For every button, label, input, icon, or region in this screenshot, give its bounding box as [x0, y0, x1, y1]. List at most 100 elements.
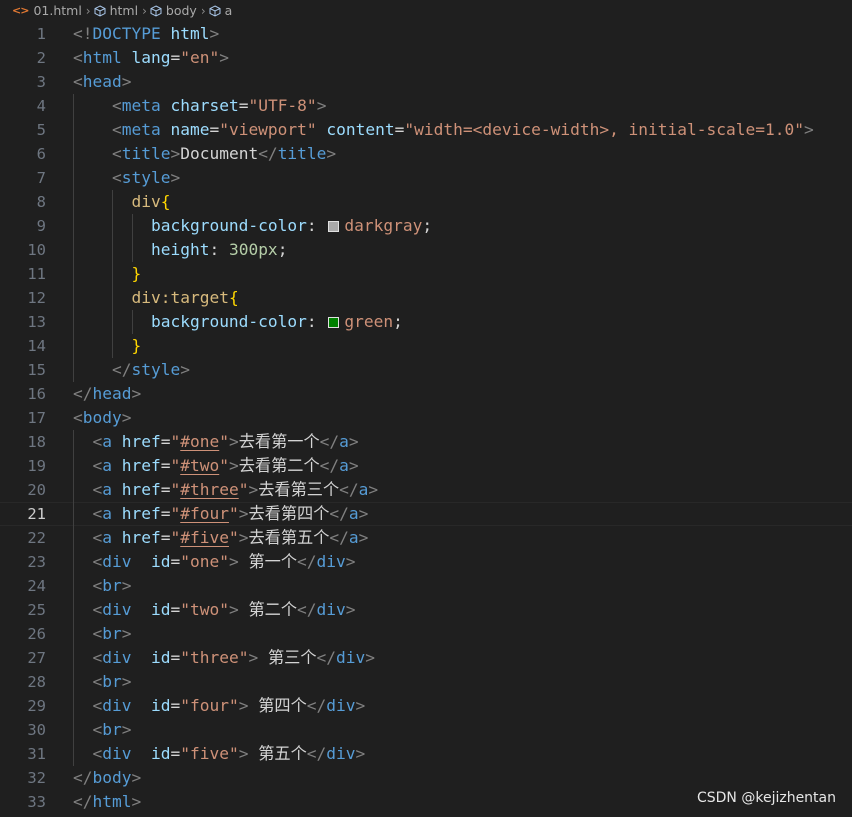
code-text: <a href="#three">去看第三个</a> [92, 480, 379, 499]
code-line[interactable]: 3 <head> [0, 70, 852, 94]
code-line[interactable]: 21 <a href="#four">去看第四个</a> [0, 502, 852, 526]
code-line[interactable]: 2 <html lang="en"> [0, 46, 852, 70]
code-text: <body> [73, 408, 132, 427]
code-line[interactable]: 17 <body> [0, 406, 852, 430]
code-line[interactable]: 18 <a href="#one">去看第一个</a> [0, 430, 852, 454]
breadcrumb-label: a [224, 3, 233, 18]
line-number: 27 [27, 649, 46, 667]
code-line[interactable]: 19 <a href="#two">去看第二个</a> [0, 454, 852, 478]
code-line[interactable]: 9 background-color: darkgray; [0, 214, 852, 238]
code-line[interactable]: 11 } [0, 262, 852, 286]
code-line[interactable]: 29 <div id="four"> 第四个</div> [0, 694, 852, 718]
line-number: 2 [36, 49, 46, 67]
code-text: background-color: darkgray; [150, 216, 433, 235]
line-number: 8 [36, 193, 46, 211]
code-text: <meta name="viewport" content="width=<de… [111, 120, 814, 139]
line-number: 20 [27, 481, 46, 499]
code-line[interactable]: 14 } [0, 334, 852, 358]
code-text: div{ [131, 192, 171, 211]
code-text: <style> [111, 168, 181, 187]
line-number: 3 [36, 73, 46, 91]
line-number: 22 [27, 529, 46, 547]
line-number: 21 [27, 505, 46, 523]
line-number: 7 [36, 169, 46, 187]
code-line[interactable]: 13 background-color: green; [0, 310, 852, 334]
breadcrumb-item-file[interactable]: <> 01.html [12, 3, 82, 18]
code-text: <a href="#two">去看第二个</a> [92, 456, 359, 475]
code-line[interactable]: 20 <a href="#three">去看第三个</a> [0, 478, 852, 502]
code-line[interactable]: 27 <div id="three"> 第三个</div> [0, 646, 852, 670]
line-number: 23 [27, 553, 46, 571]
code-text: <div id="one"> 第一个</div> [92, 552, 356, 571]
code-text: <meta charset="UTF-8"> [111, 96, 327, 115]
code-line[interactable]: 4 <meta charset="UTF-8"> [0, 94, 852, 118]
code-line[interactable]: 32 </body> [0, 766, 852, 790]
code-text: height: 300px; [150, 240, 288, 259]
code-text: <div id="two"> 第二个</div> [92, 600, 356, 619]
code-line[interactable]: 8 div{ [0, 190, 852, 214]
chevron-right-icon: › [200, 3, 206, 18]
code-line[interactable]: 6 <title>Document</title> [0, 142, 852, 166]
line-number: 6 [36, 145, 46, 163]
symbol-cube-icon [150, 4, 162, 17]
line-number: 14 [27, 337, 46, 355]
indent-guide [112, 190, 114, 358]
code-line[interactable]: 26 <br> [0, 622, 852, 646]
code-line[interactable]: 28 <br> [0, 670, 852, 694]
breadcrumb-item-html[interactable]: html [94, 3, 138, 18]
code-line[interactable]: 30 <br> [0, 718, 852, 742]
line-number: 24 [27, 577, 46, 595]
chevron-right-icon: › [85, 3, 91, 18]
code-line[interactable]: 25 <div id="two"> 第二个</div> [0, 598, 852, 622]
indent-guide [131, 214, 133, 262]
code-text: <br> [92, 720, 132, 739]
code-line[interactable]: 31 <div id="five"> 第五个</div> [0, 742, 852, 766]
line-number: 28 [27, 673, 46, 691]
line-number: 30 [27, 721, 46, 739]
code-text: </head> [73, 384, 142, 403]
line-number: 32 [27, 769, 46, 787]
symbol-cube-icon [94, 4, 106, 17]
color-swatch-green [328, 317, 340, 328]
line-number: 4 [36, 97, 46, 115]
html-file-icon: <> [12, 4, 29, 17]
line-number: 31 [27, 745, 46, 763]
code-editor[interactable]: 1 <!DOCTYPE html> 2 <html lang="en"> 3 <head>… [0, 21, 852, 817]
code-text: <head> [73, 72, 132, 91]
breadcrumb-item-a[interactable]: a [209, 3, 233, 18]
code-text: </body> [73, 768, 142, 787]
code-text: <title>Document</title> [111, 144, 337, 163]
indent-guide [131, 310, 133, 334]
code-line[interactable]: 15 </style> [0, 358, 852, 382]
indent-guide [73, 430, 74, 766]
code-text: <html lang="en"> [73, 48, 229, 67]
breadcrumb-label: html [109, 3, 139, 18]
line-number: 18 [27, 433, 46, 451]
code-text: <!DOCTYPE html> [73, 24, 220, 43]
code-text: <div id="four"> 第四个</div> [92, 696, 366, 715]
code-line[interactable]: 24 <br> [0, 574, 852, 598]
code-line[interactable]: 23 <div id="one"> 第一个</div> [0, 550, 852, 574]
code-line[interactable]: 7 <style> [0, 166, 852, 190]
indent-guide [73, 94, 74, 382]
watermark: CSDN @kejizhentan [696, 790, 836, 806]
code-text: <br> [92, 672, 132, 691]
symbol-cube-icon [209, 4, 221, 17]
breadcrumb: <> 01.html › html › body › a [0, 0, 852, 21]
line-number: 12 [27, 289, 46, 307]
chevron-right-icon: › [142, 3, 147, 18]
code-line[interactable]: 10 height: 300px; [0, 238, 852, 262]
breadcrumb-item-body[interactable]: body [150, 3, 197, 18]
code-text: div:target{ [131, 288, 239, 307]
code-text: <a href="#five">去看第五个</a> [92, 528, 369, 547]
code-line[interactable]: 5 <meta name="viewport" content="width=<… [0, 118, 852, 142]
line-number: 1 [36, 25, 46, 43]
code-line[interactable]: 12 div:target{ [0, 286, 852, 310]
code-line[interactable]: 1 <!DOCTYPE html> [0, 22, 852, 46]
code-line[interactable]: 16 </head> [0, 382, 852, 406]
code-line[interactable]: 22 <a href="#five">去看第五个</a> [0, 526, 852, 550]
code-text: <div id="three"> 第三个</div> [92, 648, 376, 667]
code-text: <a href="#four">去看第四个</a> [92, 504, 369, 523]
code-text: <br> [92, 624, 132, 643]
code-text: background-color: green; [150, 312, 403, 331]
